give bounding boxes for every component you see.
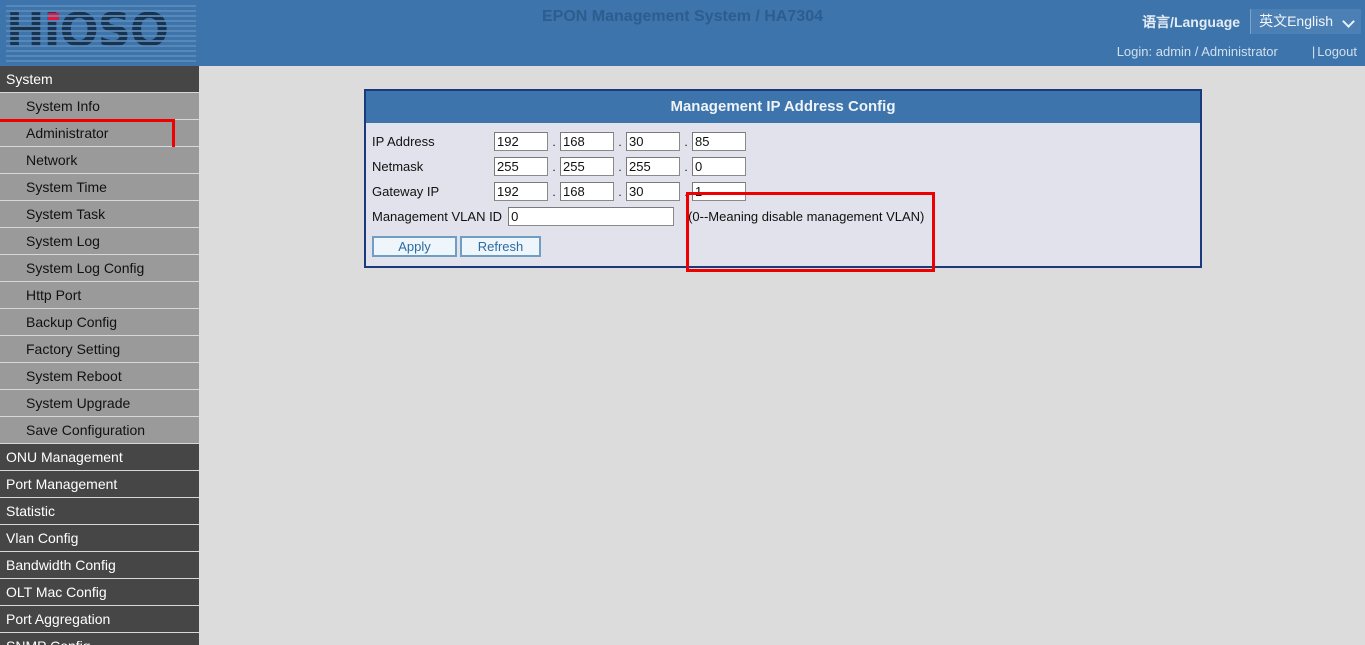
sidebar-item-label: ONU Management (6, 449, 123, 465)
language-dropdown[interactable]: 英文English (1250, 9, 1361, 34)
sidebar-item-label: System Task (26, 206, 105, 222)
login-separator: | (1312, 44, 1315, 59)
sidebar-item-system[interactable]: System (0, 66, 199, 93)
octet-input[interactable] (494, 157, 548, 176)
sidebar-item-port-aggregation[interactable]: Port Aggregation (0, 606, 199, 633)
sidebar-item-system-time[interactable]: System Time (0, 174, 199, 201)
vlan-row: Management VLAN ID (0--Meaning disable m… (366, 204, 1200, 229)
octet-separator-dot: . (614, 160, 626, 174)
panel-title: Management IP Address Config (366, 91, 1200, 123)
login-status-bar: Login: admin / Administrator |Logout (1117, 44, 1357, 59)
panel-body: IP Address...Netmask...Gateway IP... Man… (366, 123, 1200, 266)
sidebar-item-olt-mac-config[interactable]: OLT Mac Config (0, 579, 199, 606)
octet-input[interactable] (692, 182, 746, 201)
octet-input[interactable] (560, 182, 614, 201)
sidebar-item-label: Bandwidth Config (6, 557, 116, 573)
sidebar-item-label: System Log (26, 233, 100, 249)
row-label: Gateway IP (372, 184, 494, 199)
sidebar-item-label: Network (26, 152, 77, 168)
sidebar-item-statistic[interactable]: Statistic (0, 498, 199, 525)
octet-input[interactable] (560, 157, 614, 176)
sidebar-item-label: Vlan Config (6, 530, 78, 546)
ip-row: Gateway IP... (366, 179, 1200, 204)
octet-input[interactable] (626, 157, 680, 176)
octet-separator-dot: . (548, 185, 560, 199)
sidebar-item-label: Port Aggregation (6, 611, 110, 627)
sidebar-item-label: Http Port (26, 287, 81, 303)
octet-separator-dot: . (548, 160, 560, 174)
language-selector-wrapper: 语言/Language 英文English (1142, 9, 1361, 34)
main-content: Management IP Address Config IP Address.… (199, 66, 1365, 645)
sidebar-item-factory-setting[interactable]: Factory Setting (0, 336, 199, 363)
octet-input[interactable] (692, 157, 746, 176)
octet-separator-dot: . (680, 185, 692, 199)
sidebar-item-label: Save Configuration (26, 422, 145, 438)
sidebar-item-label: Administrator (26, 125, 108, 141)
octet-separator-dot: . (680, 160, 692, 174)
sidebar-item-bandwidth-config[interactable]: Bandwidth Config (0, 552, 199, 579)
sidebar-item-system-reboot[interactable]: System Reboot (0, 363, 199, 390)
vlan-id-input[interactable] (508, 207, 674, 226)
login-info: Login: admin / Administrator (1117, 44, 1278, 59)
logout-link[interactable]: Logout (1317, 44, 1357, 59)
row-label: Netmask (372, 159, 494, 174)
sidebar-item-label: System Upgrade (26, 395, 130, 411)
sidebar-item-backup-config[interactable]: Backup Config (0, 309, 199, 336)
vlan-id-hint: (0--Meaning disable management VLAN) (688, 209, 924, 224)
sidebar-item-label: Port Management (6, 476, 117, 492)
sidebar-item-label: System Reboot (26, 368, 122, 384)
octet-separator-dot: . (548, 135, 560, 149)
sidebar-item-onu-management[interactable]: ONU Management (0, 444, 199, 471)
sidebar-item-system-info[interactable]: System Info (0, 93, 199, 120)
refresh-button[interactable]: Refresh (460, 236, 541, 257)
sidebar-item-label: System Log Config (26, 260, 144, 276)
sidebar-item-system-task[interactable]: System Task (0, 201, 199, 228)
ip-row: IP Address... (366, 129, 1200, 154)
sidebar-item-system-log-config[interactable]: System Log Config (0, 255, 199, 282)
management-ip-panel: Management IP Address Config IP Address.… (364, 89, 1202, 268)
octet-input[interactable] (626, 182, 680, 201)
row-label: IP Address (372, 134, 494, 149)
sidebar-item-network[interactable]: Network (0, 147, 199, 174)
sidebar-item-vlan-config[interactable]: Vlan Config (0, 525, 199, 552)
sidebar-item-snmp-config[interactable]: SNMP Config (0, 633, 199, 645)
button-row: Apply Refresh (366, 232, 1200, 260)
sidebar-item-label: SNMP Config (6, 638, 91, 645)
sidebar-item-label: OLT Mac Config (6, 584, 107, 600)
octet-separator-dot: . (680, 135, 692, 149)
vlan-id-label: Management VLAN ID (372, 209, 502, 224)
sidebar-item-administrator[interactable]: Administrator (0, 120, 199, 147)
sidebar-item-label: Backup Config (26, 314, 117, 330)
octet-input[interactable] (626, 132, 680, 151)
sidebar-item-label: Statistic (6, 503, 55, 519)
sidebar-item-system-upgrade[interactable]: System Upgrade (0, 390, 199, 417)
language-dropdown-value: 英文English (1259, 11, 1333, 31)
sidebar-item-save-configuration[interactable]: Save Configuration (0, 417, 199, 444)
octet-input[interactable] (494, 182, 548, 201)
apply-button[interactable]: Apply (372, 236, 457, 257)
sidebar-item-label: System Info (26, 98, 100, 114)
octet-input[interactable] (692, 132, 746, 151)
sidebar-item-system-log[interactable]: System Log (0, 228, 199, 255)
sidebar-item-label: Factory Setting (26, 341, 120, 357)
octet-input[interactable] (494, 132, 548, 151)
language-label: 语言/Language (1142, 12, 1240, 32)
sidebar-item-label: System (6, 71, 53, 87)
ip-field-rows: IP Address...Netmask...Gateway IP... (366, 129, 1200, 204)
octet-separator-dot: . (614, 185, 626, 199)
sidebar-item-port-management[interactable]: Port Management (0, 471, 199, 498)
page-header: HIOSO EPON Management System / HA7304 语言… (0, 0, 1365, 66)
sidebar-item-http-port[interactable]: Http Port (0, 282, 199, 309)
ip-row: Netmask... (366, 154, 1200, 179)
chevron-down-icon (1343, 15, 1355, 27)
sidebar-nav: System System Info Administrator Network Sys… (0, 66, 199, 645)
octet-input[interactable] (560, 132, 614, 151)
octet-separator-dot: . (614, 135, 626, 149)
sidebar-item-label: System Time (26, 179, 107, 195)
